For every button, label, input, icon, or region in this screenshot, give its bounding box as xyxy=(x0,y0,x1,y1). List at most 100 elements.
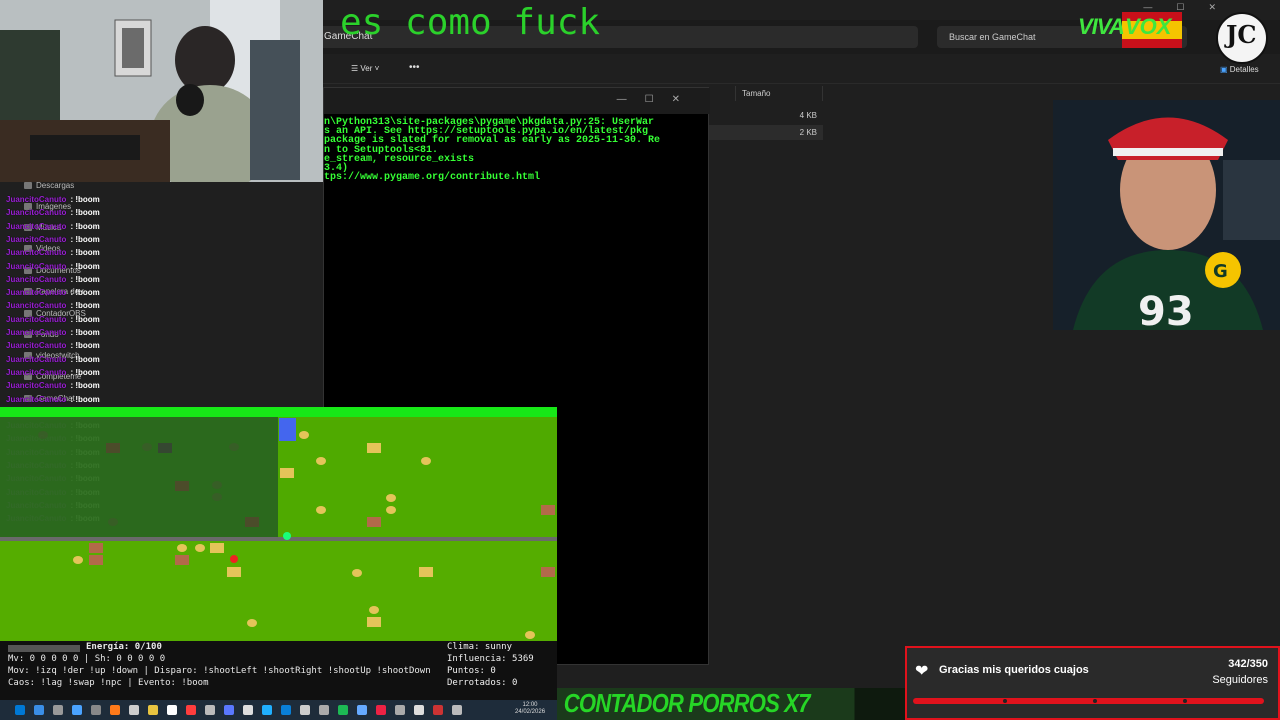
chat-message: JuancitoCanuto: !boom xyxy=(6,355,100,364)
clock-date: 24/02/2026 xyxy=(515,709,546,715)
counter-banner: CONTADOR PORROS X7 xyxy=(557,688,855,720)
chat-username: JuancitoCanuto xyxy=(6,381,67,391)
taskbar-app-icon[interactable] xyxy=(281,705,291,715)
jc-logo-text: JC xyxy=(1226,20,1257,49)
chat-text: : !boom xyxy=(70,314,100,324)
taskbar-app-icon[interactable] xyxy=(167,705,177,715)
details-label: Detalles xyxy=(1229,65,1259,74)
terminal-window-controls[interactable]: —☐✕ xyxy=(617,94,698,105)
chat-message: JuancitoCanuto: !boom xyxy=(6,315,100,324)
enemy-sprite xyxy=(230,555,238,563)
nav-item[interactable]: Descargas xyxy=(24,181,74,190)
taskbar-app-icon[interactable] xyxy=(148,705,158,715)
taskbar-app-icon[interactable] xyxy=(414,705,424,715)
chat-text: : !boom xyxy=(70,248,100,258)
taskbar-app-icon[interactable] xyxy=(452,705,462,715)
file-row-size[interactable]: 2 KB xyxy=(709,125,823,140)
chat-text: : !boom xyxy=(70,301,100,311)
goal-count: 342/350 Seguidores xyxy=(1212,656,1268,688)
chat-message: JuancitoCanuto: !boom xyxy=(6,275,100,284)
chat-message: JuancitoCanuto: !boom xyxy=(6,248,100,257)
chat-username: JuancitoCanuto xyxy=(6,261,67,271)
game-hud: Energía: 0/100 Mv: 0 0 0 0 0 | Sh: 0 0 0… xyxy=(0,641,557,700)
ally-sprite xyxy=(283,532,291,540)
chat-text: : !boom xyxy=(70,394,100,404)
details-icon: ▣ xyxy=(1220,65,1230,74)
chat-username: JuancitoCanuto xyxy=(6,274,67,284)
influence-label: Influencia: 5369 xyxy=(447,654,534,664)
terminal-line: tps://www.pygame.org/contribute.html xyxy=(324,172,541,184)
taskbar-app-icon[interactable] xyxy=(224,705,234,715)
chat-text: : !boom xyxy=(70,274,100,284)
webcam-guest-image: G 93 xyxy=(1053,100,1280,330)
player-sprite xyxy=(279,418,296,441)
chat-username: JuancitoCanuto xyxy=(6,341,67,351)
svg-text:G: G xyxy=(1213,261,1228,282)
shadow-zone-sprites xyxy=(38,431,259,527)
energy-label: Energía: 0/100 xyxy=(86,642,162,652)
chat-message: JuancitoCanuto: !boom xyxy=(6,395,100,404)
chat-message: JuancitoCanuto: !boom xyxy=(6,262,100,271)
clock-time: 12:00 xyxy=(522,702,538,708)
movement-commands: Mov: !izq !der !up !down | Disparo: !sho… xyxy=(8,666,431,676)
chat-text: : !boom xyxy=(70,381,100,391)
crate-sprites xyxy=(210,443,433,627)
goal-marker xyxy=(1093,699,1097,703)
taskbar-app-icon[interactable] xyxy=(357,705,367,715)
taskbar-app-icon[interactable] xyxy=(53,705,63,715)
goal-count-value: 342/350 xyxy=(1228,658,1268,670)
taskbar-app-icon[interactable] xyxy=(129,705,139,715)
chat-text: : !boom xyxy=(70,234,100,244)
chaos-commands: Caos: !lag !swap !npc | Evento: !boom xyxy=(8,678,209,688)
taskbar-app-icon[interactable] xyxy=(91,705,101,715)
viva-logo-text: VIVA xyxy=(1078,14,1125,39)
chat-message: JuancitoCanuto: !boom xyxy=(6,288,100,297)
chat-username: JuancitoCanuto xyxy=(6,354,67,364)
chat-message: JuancitoCanuto: !boom xyxy=(6,381,100,390)
chat-message: JuancitoCanuto: !boom xyxy=(6,301,100,310)
chat-username: JuancitoCanuto xyxy=(6,328,67,337)
game-window: Energía: 0/100 Mv: 0 0 0 0 0 | Sh: 0 0 0… xyxy=(0,407,557,700)
follower-goal-widget: ❤ Gracias mis queridos cuajos 342/350 Se… xyxy=(905,646,1280,720)
goal-marker xyxy=(1183,699,1187,703)
taskbar-app-icon[interactable] xyxy=(395,705,405,715)
chat-username: JuancitoCanuto xyxy=(6,367,67,377)
view-menu-button[interactable]: ☰ Ver ˅ xyxy=(351,64,379,73)
column-header-size[interactable]: Tamaño xyxy=(735,86,823,101)
taskbar-app-icon[interactable] xyxy=(72,705,82,715)
chat-username: JuancitoCanuto xyxy=(6,195,67,204)
taskbar-app-icon[interactable] xyxy=(300,705,310,715)
taskbar-app-icon[interactable] xyxy=(110,705,120,715)
chat-text: : !boom xyxy=(70,195,100,204)
more-options-button[interactable]: ••• xyxy=(409,62,420,73)
terminal-line: e_stream, resource_exists xyxy=(324,153,475,165)
explorer-toolbar: ☰ Ver ˅ ••• xyxy=(323,58,1280,84)
taskbar-app-icon[interactable] xyxy=(34,705,44,715)
chat-message: JuancitoCanuto: !boom xyxy=(6,208,100,217)
taskbar-app-icon[interactable] xyxy=(319,705,329,715)
goal-progress-bar xyxy=(913,698,1264,704)
taskbar-app-icon[interactable] xyxy=(15,705,25,715)
view-label: Ver xyxy=(360,64,373,73)
taskbar-clock[interactable]: 12:00 24/02/2026 xyxy=(515,702,545,716)
taskbar-app-icon[interactable] xyxy=(433,705,443,715)
taskbar-app-icon[interactable] xyxy=(376,705,386,715)
chat-username: JuancitoCanuto xyxy=(6,314,67,324)
chat-username: JuancitoCanuto xyxy=(6,208,67,218)
taskbar-app-icon[interactable] xyxy=(338,705,348,715)
taskbar-app-icon[interactable] xyxy=(205,705,215,715)
mv-sh-stats: Mv: 0 0 0 0 0 | Sh: 0 0 0 0 0 xyxy=(8,654,166,664)
webcam-image xyxy=(0,0,323,182)
taskbar-app-icon[interactable] xyxy=(262,705,272,715)
chat-text: : !boom xyxy=(70,341,100,351)
webcam-streamer-desk xyxy=(0,0,323,182)
goal-text: Gracias mis queridos cuajos xyxy=(939,664,1089,676)
details-button[interactable]: ▣ Detalles xyxy=(1220,65,1259,74)
taskbar-app-icon[interactable] xyxy=(186,705,196,715)
taskbar-app-icon[interactable] xyxy=(243,705,253,715)
file-row-size[interactable]: 4 KB xyxy=(709,108,823,123)
vox-logo-text: VOX xyxy=(1125,14,1172,39)
overlay-title: es como fuck xyxy=(340,2,601,43)
game-sprites xyxy=(38,418,555,639)
terminal-output: n\Python313\site-packages\pygame\pkgdata… xyxy=(324,117,660,184)
